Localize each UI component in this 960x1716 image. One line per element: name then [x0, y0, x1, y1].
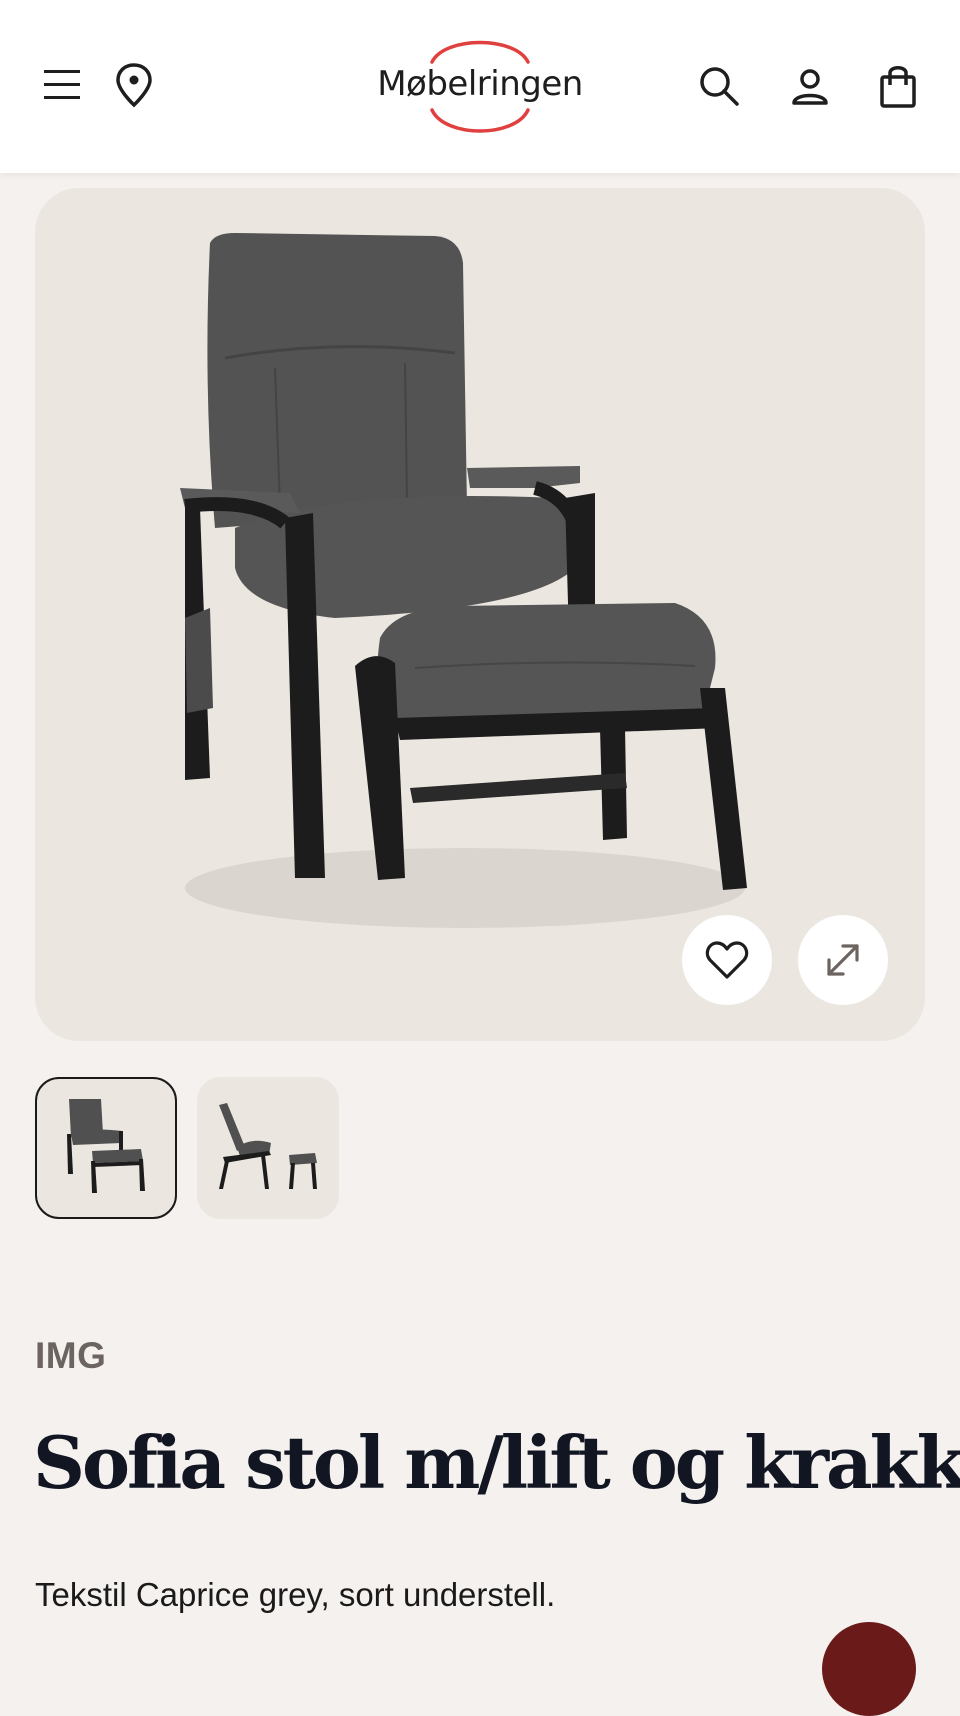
- menu-button[interactable]: [38, 58, 86, 110]
- thumbnail-1[interactable]: [35, 1077, 177, 1219]
- chair-front-thumbnail-image: [67, 1099, 145, 1193]
- product-title: Sofia stol m/lift og krakk: [33, 1420, 960, 1505]
- recliner-chair-with-ottoman-image: [180, 233, 747, 928]
- thumbnail-2[interactable]: [197, 1077, 339, 1219]
- menu-icon: [44, 70, 80, 99]
- favorite-button[interactable]: [682, 915, 772, 1005]
- search-icon: [700, 67, 739, 106]
- expand-image-button[interactable]: [798, 915, 888, 1005]
- store-locator-button[interactable]: [108, 58, 160, 112]
- product-description: Tekstil Caprice grey, sort understell.: [35, 1576, 556, 1613]
- site-logo[interactable]: Møbelringen: [360, 26, 600, 142]
- chair-side-thumbnail-image: [219, 1103, 317, 1189]
- shopping-bag-icon: [880, 66, 916, 108]
- product-main-image[interactable]: [35, 188, 925, 1041]
- account-button[interactable]: [782, 60, 838, 114]
- heart-icon: [705, 941, 749, 979]
- site-header: Møbelringen: [0, 0, 960, 173]
- location-pin-icon: [116, 63, 152, 108]
- account-icon: [792, 69, 828, 105]
- chat-button[interactable]: [822, 1622, 916, 1716]
- logo-text: Møbelringen: [377, 64, 583, 104]
- cart-button[interactable]: [870, 58, 926, 114]
- expand-icon: [827, 944, 859, 976]
- search-button[interactable]: [690, 58, 748, 114]
- product-brand[interactable]: IMG: [35, 1335, 106, 1377]
